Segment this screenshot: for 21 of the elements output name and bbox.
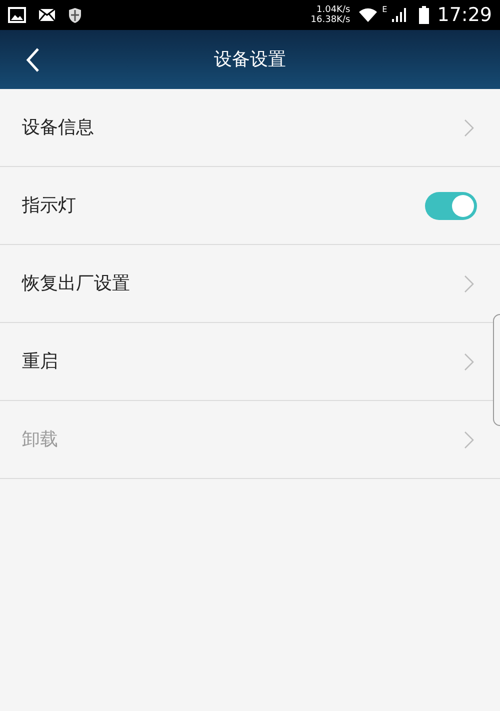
clock: 17:29: [437, 2, 492, 28]
download-speed: 16.38K/s: [310, 15, 350, 25]
signal-icon: [391, 7, 408, 23]
shield-icon: [68, 6, 82, 24]
row-label: 重启: [22, 350, 59, 374]
mail-icon: [38, 8, 56, 22]
row-label: 设备信息: [22, 116, 95, 140]
row-label: 指示灯: [22, 194, 77, 218]
chevron-right-icon: [464, 274, 474, 292]
chevron-right-icon: [464, 352, 474, 370]
chevron-right-icon: [464, 430, 474, 448]
upload-speed: 1.04K/s: [316, 5, 350, 15]
row-label: 卸载: [22, 428, 59, 452]
page-title: 设备设置: [214, 48, 286, 72]
toggle-switch[interactable]: [425, 192, 477, 220]
chevron-right-icon: [464, 118, 474, 136]
network-type: E: [382, 4, 388, 16]
image-icon: [8, 7, 26, 23]
wifi-icon: [358, 8, 378, 22]
row-label: 恢复出厂设置: [22, 272, 131, 296]
battery-icon: [419, 6, 430, 24]
